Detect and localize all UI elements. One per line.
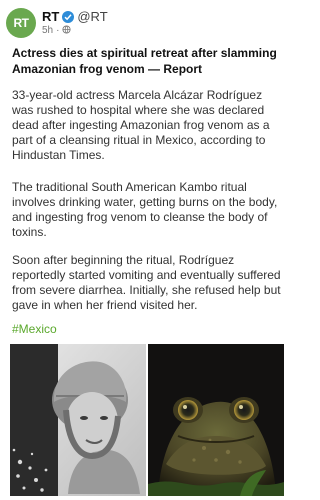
- author-name[interactable]: RT: [42, 9, 59, 24]
- woman-photo-illustration: [10, 344, 146, 496]
- author-handle[interactable]: @RT: [77, 9, 107, 24]
- hashtag-link[interactable]: #Mexico: [12, 322, 57, 336]
- post-paragraph-3: Soon after beginning the ritual, Rodrígu…: [12, 253, 281, 312]
- verified-badge-icon: [62, 11, 75, 23]
- avatar[interactable]: RT: [6, 8, 36, 38]
- post-meta: 5h ·: [42, 25, 72, 37]
- media-photo-woman[interactable]: [10, 344, 146, 496]
- globe-icon: [62, 25, 72, 36]
- frog-photo-illustration: [148, 344, 284, 496]
- post-paragraph-1: 33-year-old actress Marcela Alcázar Rodr…: [12, 88, 270, 162]
- meta-separator: ·: [56, 25, 60, 36]
- post-header: RT RT @RT 5h ·: [0, 0, 290, 40]
- media-photo-frog[interactable]: [148, 344, 284, 496]
- avatar-logo-text: RT: [13, 16, 30, 30]
- post-timestamp: 5h: [42, 25, 54, 36]
- post-paragraph-2: The traditional South American Kambo rit…: [12, 180, 278, 239]
- post-headline: Actress dies at spiritual retreat after …: [12, 46, 277, 76]
- author-line: RT @RT: [42, 9, 108, 24]
- post-card: RT RT @RT 5h · Actress dies at spiritual r…: [0, 0, 290, 500]
